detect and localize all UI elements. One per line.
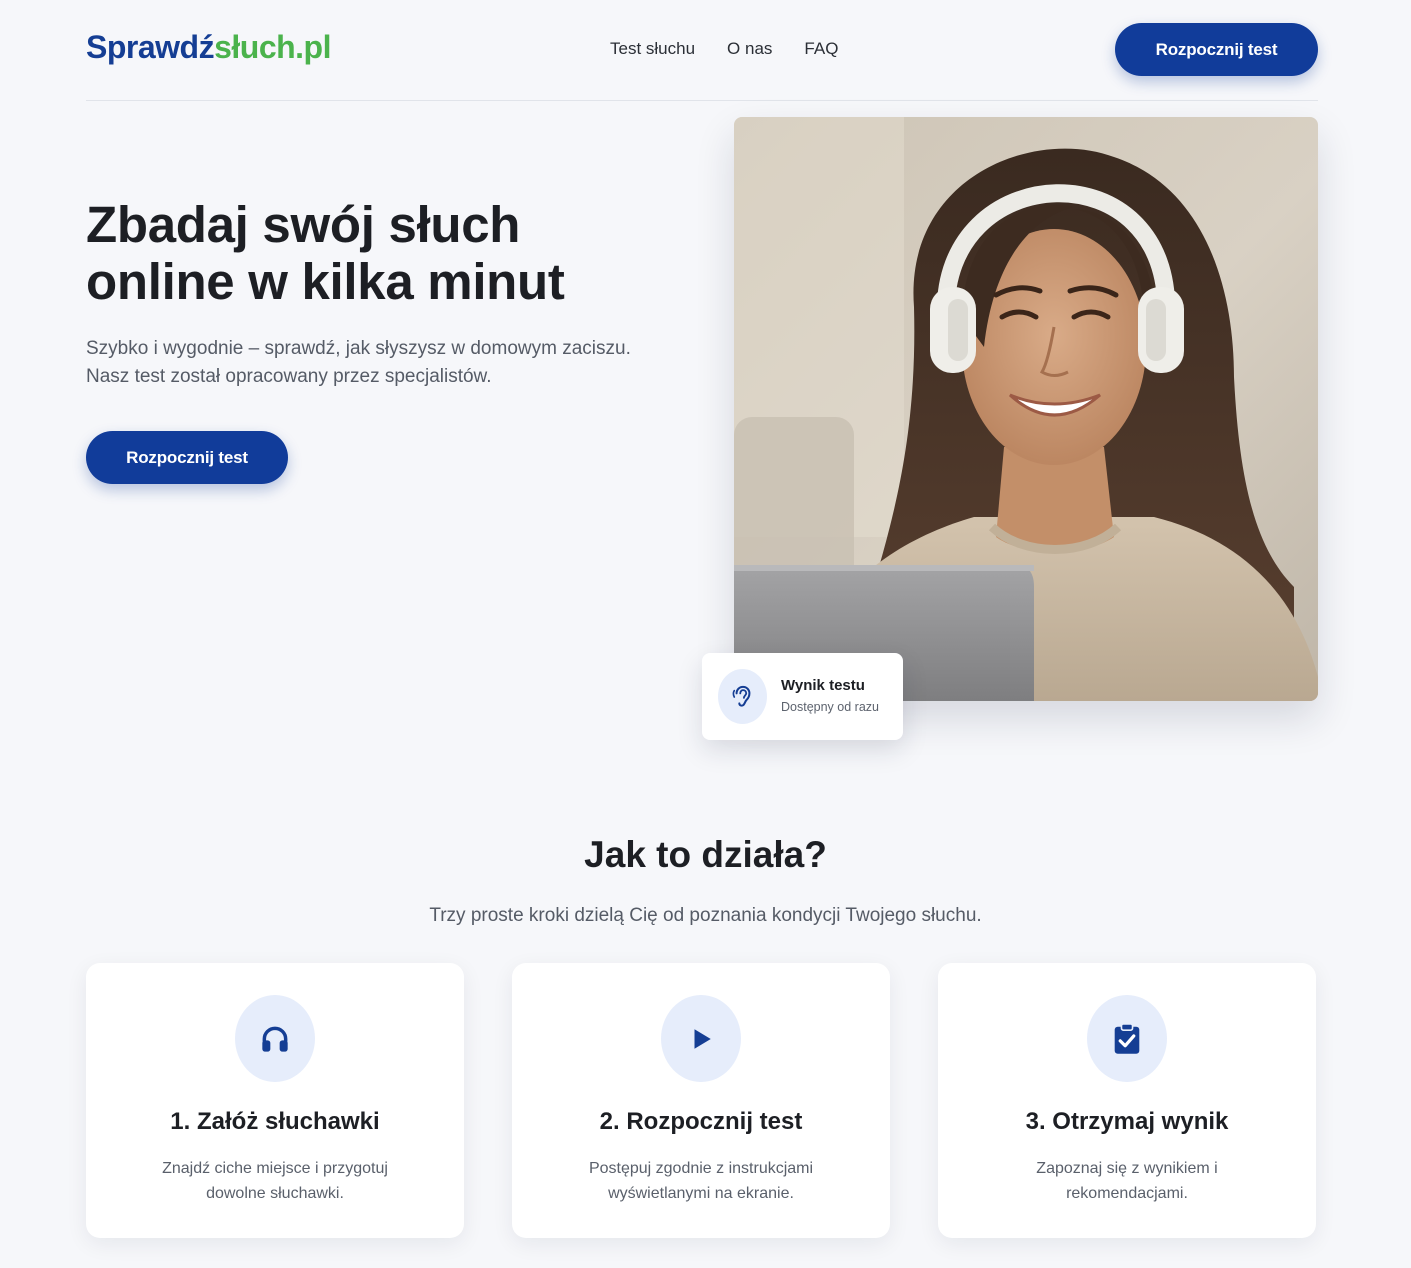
hero-title-line-2: online w kilka minut	[86, 253, 565, 310]
clipboard-check-icon	[1114, 1022, 1140, 1054]
site-header: Sprawdźsłuch.pl Test słuchu O nas FAQ Ro…	[86, 0, 1318, 101]
hero-subtitle: Szybko i wygodnie – sprawdź, jak słyszys…	[86, 335, 631, 391]
step-title: 2. Rozpocznij test	[599, 1108, 803, 1135]
hero-title: Zbadaj swój słuch online w kilka minut	[86, 196, 565, 310]
step-description-line-2: wyświetlanymi na ekranie.	[608, 1185, 794, 1202]
result-card-subtitle: Dostępny od razu	[781, 700, 879, 714]
step-card-1: 1. Załóż słuchawki Znajdź ciche miejsce …	[86, 963, 464, 1238]
nav-link-faq[interactable]: FAQ	[804, 39, 838, 59]
step-description-line-1: Postępuj zgodnie z instrukcjami	[588, 1160, 814, 1177]
step-title: 1. Załóż słuchawki	[170, 1108, 380, 1135]
hero-subtitle-line-1: Szybko i wygodnie – sprawdź, jak słyszys…	[86, 338, 631, 359]
logo-text-accent: słuch.pl	[214, 29, 331, 65]
step-icon-circle	[661, 995, 741, 1082]
step-icon-circle	[235, 995, 315, 1082]
logo-text-primary: Sprawdź	[86, 29, 215, 65]
main-nav: Test słuchu O nas FAQ	[610, 39, 838, 59]
how-it-works-title: Jak to działa?	[584, 834, 827, 875]
step-description: Postępuj zgodnie z instrukcjami wyświetl…	[542, 1156, 860, 1206]
header-start-test-button[interactable]: Rozpocznij test	[1115, 23, 1318, 76]
hero-photo	[734, 117, 1318, 701]
woman-with-headphones-photo	[734, 117, 1318, 701]
step-description: Znajdź ciche miejsce i przygotuj dowolne…	[116, 1156, 434, 1206]
step-description-line-2: rekomendacjami.	[1066, 1185, 1188, 1202]
step-description-line-1: Zapoznaj się z wynikiem i	[1036, 1160, 1218, 1177]
headphones-icon	[262, 1026, 288, 1052]
play-icon	[694, 1028, 711, 1049]
step-description-line-2: dowolne słuchawki.	[206, 1185, 344, 1202]
result-card: Wynik testu Dostępny od razu	[702, 653, 903, 740]
step-icon-circle	[1087, 995, 1167, 1082]
step-card-2: 2. Rozpocznij test Postępuj zgodnie z in…	[512, 963, 890, 1238]
step-card-3: 3. Otrzymaj wynik Zapoznaj się z wynikie…	[938, 963, 1316, 1238]
step-title: 3. Otrzymaj wynik	[1025, 1108, 1229, 1135]
hero-title-line-1: Zbadaj swój słuch	[86, 196, 521, 253]
result-card-title: Wynik testu	[781, 677, 865, 694]
nav-link-o-nas[interactable]: O nas	[727, 39, 772, 59]
result-card-icon-circle	[718, 669, 767, 724]
how-it-works-subtitle: Trzy proste kroki dzielą Cię od poznania…	[429, 905, 982, 926]
nav-link-test-sluchu[interactable]: Test słuchu	[610, 39, 695, 59]
step-description: Zapoznaj się z wynikiem i rekomendacjami…	[968, 1156, 1286, 1206]
steps-list: 1. Załóż słuchawki Znajdź ciche miejsce …	[86, 963, 1316, 1238]
step-description-line-1: Znajdź ciche miejsce i przygotuj	[162, 1160, 388, 1177]
hero-subtitle-line-2: Nasz test został opracowany przez specja…	[86, 366, 492, 387]
site-logo[interactable]: Sprawdźsłuch.pl	[86, 29, 331, 66]
ear-icon	[732, 685, 750, 707]
hero-start-test-button[interactable]: Rozpocznij test	[86, 431, 288, 484]
